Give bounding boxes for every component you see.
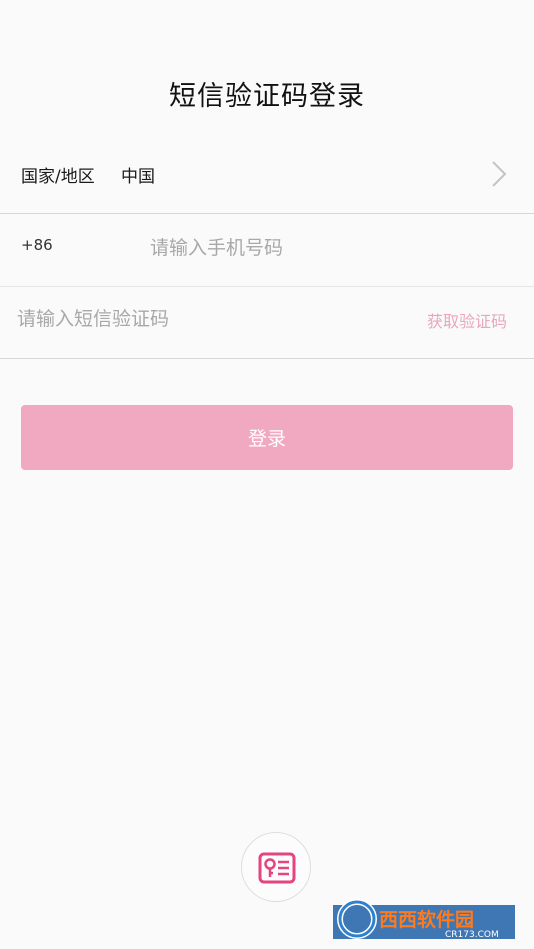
sms-code-input[interactable]	[17, 302, 397, 336]
country-code-prefix: +86	[21, 236, 53, 254]
watermark-domain: CR173.COM	[445, 930, 499, 940]
phone-row: +86	[0, 215, 534, 287]
get-code-button[interactable]: 获取验证码	[427, 308, 507, 332]
alt-login-button[interactable]	[241, 832, 311, 902]
watermark-name: 西西软件园	[379, 908, 474, 931]
site-watermark-logo: 西西软件园 CR173.COM	[333, 899, 515, 940]
country-region-row[interactable]: 国家/地区 中国	[0, 138, 534, 214]
chevron-right-icon	[492, 161, 507, 187]
login-button[interactable]: 登录	[21, 405, 513, 470]
id-card-key-icon	[258, 852, 296, 884]
phone-number-input[interactable]	[150, 231, 490, 265]
page-title: 短信验证码登录	[169, 81, 365, 112]
country-region-value: 中国	[121, 167, 155, 187]
country-region-label: 国家/地区	[21, 167, 95, 187]
sms-code-row: 获取验证码	[0, 288, 534, 359]
